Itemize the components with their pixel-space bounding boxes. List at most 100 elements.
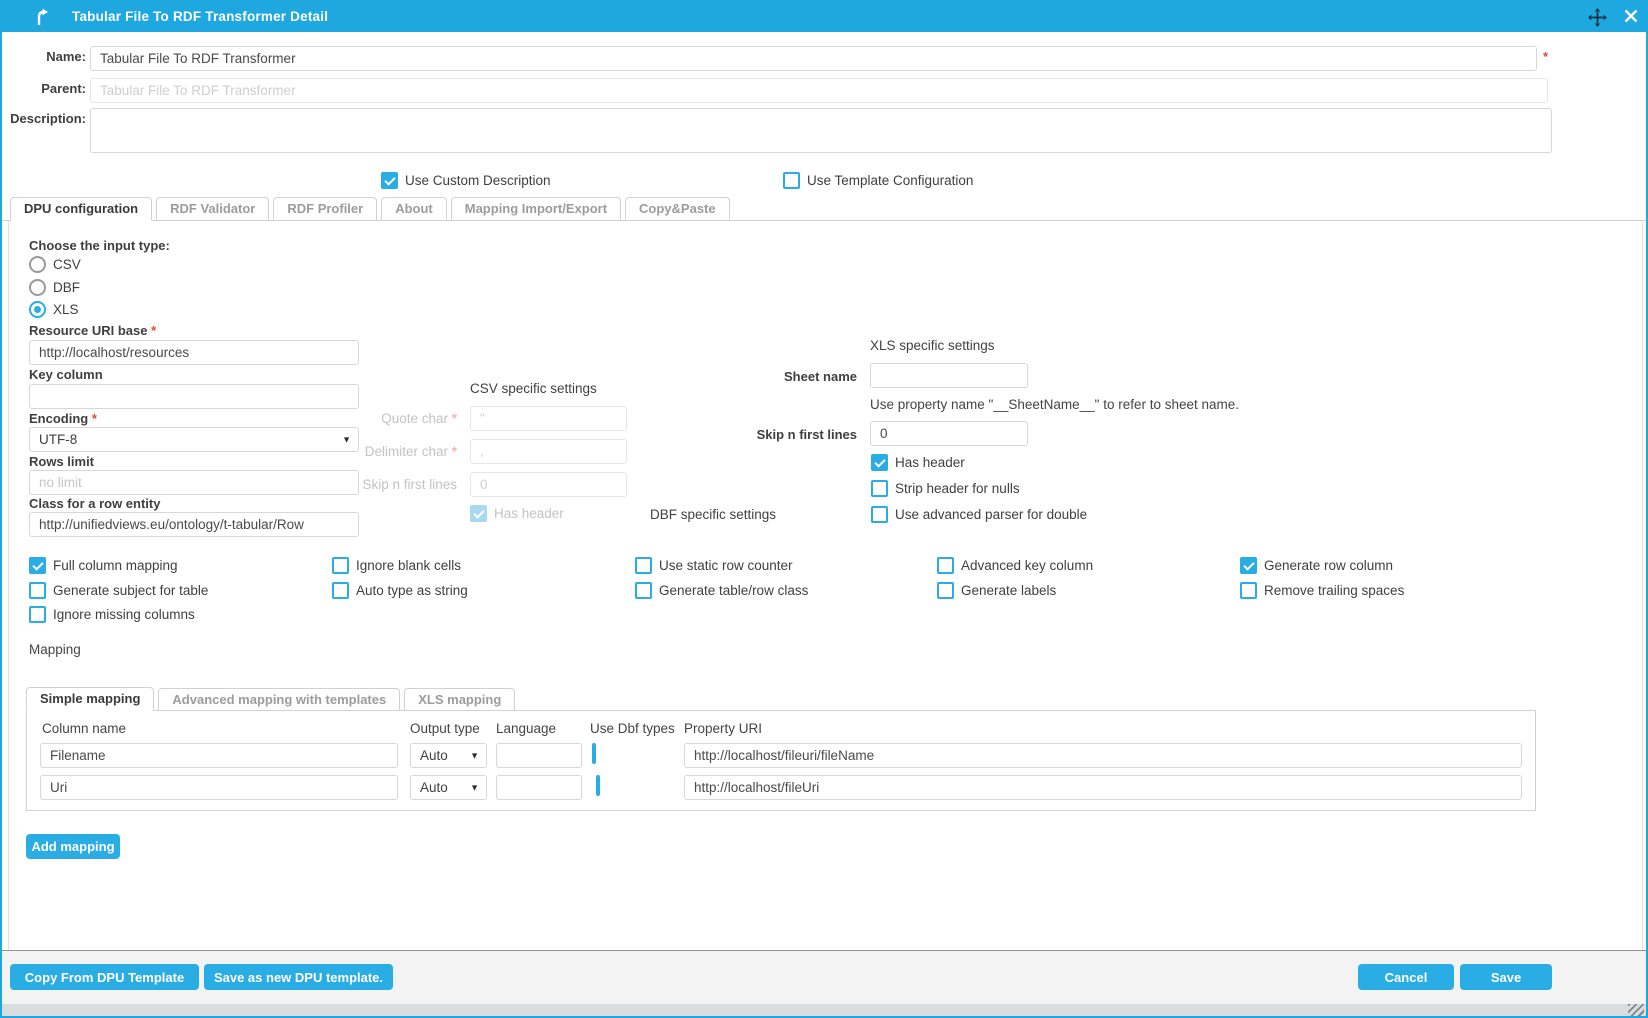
generate-subject-checkbox[interactable] — [29, 582, 46, 599]
tab-copy-paste[interactable]: Copy&Paste — [625, 197, 730, 220]
name-label: Name: — [2, 49, 86, 64]
mapping-row-output-type-select[interactable]: Auto ▼ — [410, 743, 487, 768]
strip-header-row: Strip header for nulls — [871, 480, 1020, 497]
tab-panel-left-border — [8, 221, 9, 950]
mapping-row-use-dbf-checkbox[interactable] — [596, 775, 600, 796]
cancel-button[interactable]: Cancel — [1358, 964, 1454, 990]
xls-has-header-label: Has header — [895, 455, 965, 470]
strip-header-checkbox[interactable] — [871, 480, 888, 497]
tab-simple-mapping[interactable]: Simple mapping — [26, 687, 154, 711]
static-row-counter-label: Use static row counter — [659, 558, 793, 573]
use-dbf-types-header: Use Dbf types — [590, 721, 675, 736]
name-required-asterisk: * — [1543, 49, 1548, 64]
save-as-new-dpu-template-button[interactable]: Save as new DPU template. — [204, 964, 393, 990]
resize-grip-icon[interactable] — [1628, 1004, 1644, 1016]
status-bar — [2, 1004, 1646, 1016]
tab-advanced-mapping[interactable]: Advanced mapping with templates — [158, 688, 400, 711]
advanced-key-column-checkbox[interactable] — [937, 557, 954, 574]
radio-row-xls: XLS — [29, 301, 79, 318]
name-input[interactable] — [90, 46, 1537, 71]
xls-radio-label: XLS — [53, 302, 79, 317]
rows-limit-input[interactable] — [29, 470, 359, 495]
full-column-mapping-checkbox[interactable] — [29, 557, 46, 574]
advanced-parser-checkbox[interactable] — [871, 506, 888, 523]
xls-radio[interactable] — [29, 301, 46, 318]
static-row-counter-checkbox[interactable] — [635, 557, 652, 574]
add-mapping-button[interactable]: Add mapping — [26, 834, 120, 859]
xls-has-header-row: Has header — [871, 454, 965, 471]
sheet-name-label: Sheet name — [722, 369, 857, 384]
rows-limit-label: Rows limit — [29, 454, 94, 469]
advanced-parser-label: Use advanced parser for double — [895, 507, 1087, 522]
full-column-mapping-label: Full column mapping — [53, 558, 178, 573]
key-column-input[interactable] — [29, 384, 359, 409]
use-custom-description-checkbox[interactable] — [381, 172, 398, 189]
copy-from-dpu-template-button[interactable]: Copy From DPU Template — [10, 964, 199, 990]
mapping-row-language-input[interactable] — [496, 775, 582, 800]
tab-rdf-profiler[interactable]: RDF Profiler — [273, 197, 377, 220]
tab-dpu-configuration[interactable]: DPU configuration — [10, 197, 152, 221]
ignore-blank-cells-checkbox[interactable] — [332, 557, 349, 574]
output-type-value: Auto — [420, 780, 448, 795]
table-row-class-checkbox[interactable] — [635, 582, 652, 599]
tab-mapping-import-export[interactable]: Mapping Import/Export — [451, 197, 621, 220]
mapping-section-label: Mapping — [29, 642, 81, 657]
ignore-missing-columns-checkbox[interactable] — [29, 606, 46, 623]
use-custom-description-label: Use Custom Description — [405, 173, 551, 188]
delimiter-char-label: Delimiter char — [337, 444, 457, 459]
dbf-radio[interactable] — [29, 279, 46, 296]
auto-type-string-checkbox[interactable] — [332, 582, 349, 599]
csv-radio[interactable] — [29, 256, 46, 273]
remove-trailing-spaces-checkbox[interactable] — [1240, 582, 1257, 599]
generate-row-column-checkbox[interactable] — [1240, 557, 1257, 574]
generate-labels-checkbox[interactable] — [937, 582, 954, 599]
save-button[interactable]: Save — [1460, 964, 1552, 990]
mapping-tab-bar: Simple mapping Advanced mapping with tem… — [26, 687, 515, 711]
tab-xls-mapping[interactable]: XLS mapping — [404, 688, 515, 711]
dbf-radio-label: DBF — [53, 280, 80, 295]
xls-skip-lines-input[interactable] — [870, 421, 1028, 446]
mapping-row-output-type-select[interactable]: Auto ▼ — [410, 775, 487, 800]
caret-down-icon: ▼ — [470, 776, 479, 799]
resource-uri-base-input[interactable] — [29, 340, 359, 365]
caret-down-icon: ▼ — [470, 744, 479, 767]
use-template-configuration-row: Use Template Configuration — [783, 172, 973, 189]
advanced-key-column-label: Advanced key column — [961, 558, 1093, 573]
mapping-row-column-name-input[interactable] — [40, 743, 398, 768]
row-class-input[interactable] — [29, 512, 359, 537]
tab-rdf-validator[interactable]: RDF Validator — [156, 197, 269, 220]
advanced-parser-row: Use advanced parser for double — [871, 506, 1087, 523]
generate-labels-label: Generate labels — [961, 583, 1056, 598]
mapping-row-column-name-input[interactable] — [40, 775, 398, 800]
parent-input — [90, 78, 1548, 103]
xls-has-header-checkbox[interactable] — [871, 454, 888, 471]
tab-about[interactable]: About — [381, 197, 447, 220]
sheet-name-input[interactable] — [870, 363, 1028, 388]
remove-trailing-spaces-label: Remove trailing spaces — [1264, 583, 1404, 598]
strip-header-label: Strip header for nulls — [895, 481, 1020, 496]
description-label: Description: — [2, 111, 86, 126]
dpu-detail-dialog: Tabular File To RDF Transformer Detail N… — [0, 0, 1648, 1018]
resource-uri-base-label: Resource URI base — [29, 323, 156, 338]
title-bar[interactable]: Tabular File To RDF Transformer Detail — [2, 2, 1646, 32]
row-class-label: Class for a row entity — [29, 496, 160, 511]
column-name-header: Column name — [42, 721, 126, 736]
csv-skip-lines-label: Skip n first lines — [337, 477, 457, 492]
mapping-row-property-uri-input[interactable] — [684, 775, 1522, 800]
parent-label: Parent: — [2, 81, 86, 96]
table-row-class-label: Generate table/row class — [659, 583, 808, 598]
csv-radio-label: CSV — [53, 257, 81, 272]
output-type-value: Auto — [420, 748, 448, 763]
mapping-row-use-dbf-checkbox[interactable] — [592, 743, 596, 764]
close-icon[interactable] — [1622, 7, 1640, 30]
use-template-configuration-checkbox[interactable] — [783, 172, 800, 189]
quote-char-label: Quote char — [337, 411, 457, 426]
mapping-row-property-uri-input[interactable] — [684, 743, 1522, 768]
radio-row-dbf: DBF — [29, 279, 80, 296]
move-icon[interactable] — [1588, 8, 1607, 32]
mapping-row-language-input[interactable] — [496, 743, 582, 768]
ignore-blank-cells-label: Ignore blank cells — [356, 558, 461, 573]
encoding-select[interactable]: UTF-8 ▼ — [29, 427, 359, 452]
quote-char-input — [470, 406, 627, 431]
description-textarea[interactable] — [90, 108, 1552, 153]
